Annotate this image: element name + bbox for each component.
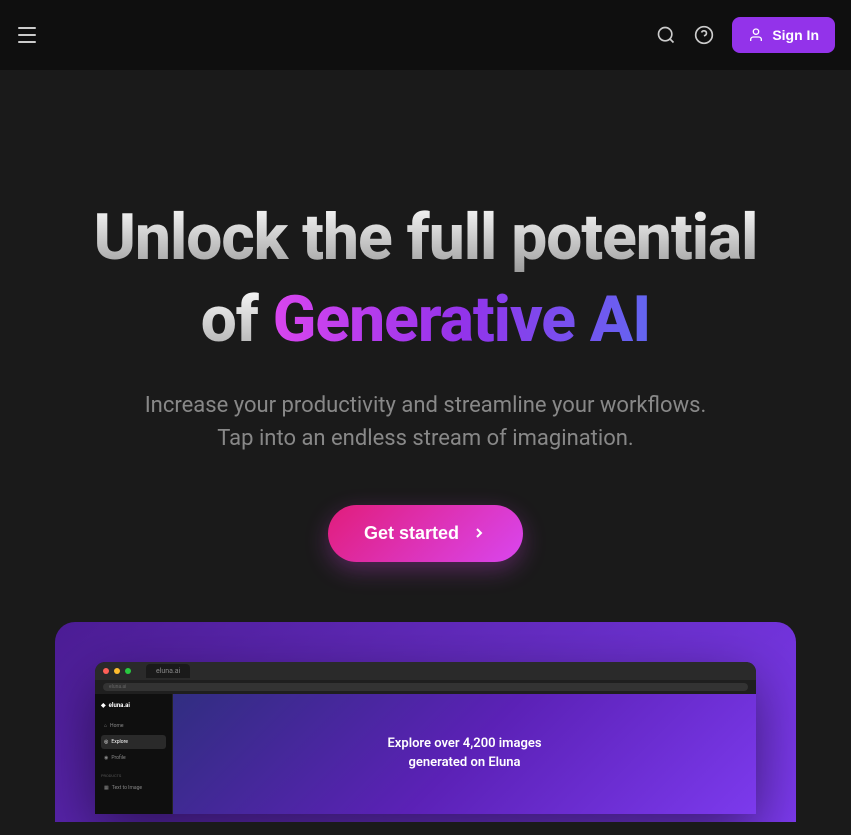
- hero-subtitle: Increase your productivity and streamlin…: [40, 389, 811, 455]
- header-right: Sign In: [656, 17, 835, 53]
- hero-title-of: of: [201, 282, 273, 357]
- sidebar-logo: ◆ eluna.ai: [101, 702, 166, 709]
- hero-title: Unlock the full potential of Generative …: [40, 200, 811, 359]
- get-started-button[interactable]: Get started: [328, 505, 523, 562]
- user-icon: [748, 27, 764, 43]
- help-icon[interactable]: [694, 25, 714, 45]
- browser-tabs: eluna.ai: [95, 662, 756, 680]
- sidebar-item-text-to-image: ▦ Text to Image: [101, 781, 166, 795]
- sidebar-section-products: Products: [101, 773, 166, 778]
- hero-title-gradient: Generative AI: [273, 282, 650, 357]
- search-icon[interactable]: [656, 25, 676, 45]
- signin-label: Sign In: [772, 27, 819, 43]
- header: Sign In: [0, 0, 851, 70]
- browser-dot-close: [103, 668, 109, 674]
- browser-mockup: eluna.ai eluna.ai ◆ eluna.ai ⌂ Home ◎: [95, 662, 756, 814]
- browser-sidebar: ◆ eluna.ai ⌂ Home ◎ Explore ◉ Profile: [95, 694, 173, 814]
- cta-label: Get started: [364, 523, 459, 544]
- preview-card: eluna.ai eluna.ai ◆ eluna.ai ⌂ Home ◎: [55, 622, 796, 822]
- browser-content: ◆ eluna.ai ⌂ Home ◎ Explore ◉ Profile: [95, 694, 756, 814]
- browser-dot-maximize: [125, 668, 131, 674]
- browser-main-text: Explore over 4,200 images generated on E…: [387, 735, 541, 771]
- sidebar-item-profile: ◉ Profile: [101, 751, 166, 765]
- subtitle-line1: Increase your productivity and streamlin…: [145, 393, 707, 418]
- sidebar-item-explore: ◎ Explore: [101, 735, 166, 749]
- preview-section: eluna.ai eluna.ai ◆ eluna.ai ⌂ Home ◎: [0, 622, 851, 822]
- hero-title-line1: Unlock the full potential: [94, 200, 758, 275]
- subtitle-line2: Tap into an endless stream of imaginatio…: [217, 426, 633, 451]
- browser-url: eluna.ai: [103, 683, 748, 691]
- signin-button[interactable]: Sign In: [732, 17, 835, 53]
- browser-tab: eluna.ai: [146, 664, 190, 678]
- sidebar-item-home: ⌂ Home: [101, 719, 166, 733]
- browser-main: Explore over 4,200 images generated on E…: [173, 694, 756, 814]
- header-left: [16, 23, 40, 47]
- menu-icon[interactable]: [16, 23, 40, 47]
- browser-toolbar: eluna.ai: [95, 680, 756, 694]
- hero-section: Unlock the full potential of Generative …: [0, 70, 851, 622]
- chevron-right-icon: [471, 525, 487, 541]
- browser-dot-minimize: [114, 668, 120, 674]
